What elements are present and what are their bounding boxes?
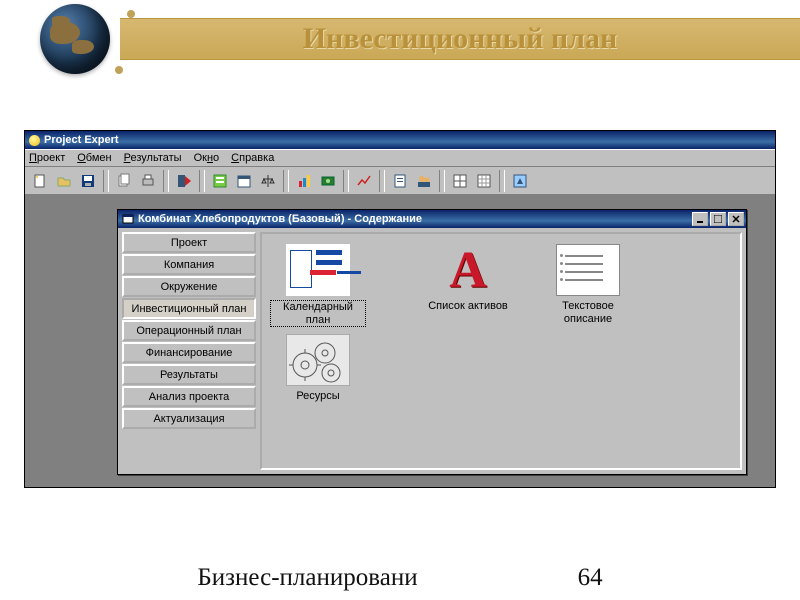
- sidebar-button[interactable]: Финансирование: [122, 342, 256, 363]
- toolbar-separator: [283, 170, 289, 192]
- slide-footer: Бизнес-планировани 64: [0, 564, 800, 592]
- decorative-dot: [127, 10, 135, 18]
- app-titlebar: Project Expert: [25, 131, 775, 149]
- app-window: Project Expert Проект Обмен Результаты О…: [24, 130, 776, 488]
- minimize-button[interactable]: [692, 212, 708, 226]
- item-label: Ресурсы: [296, 390, 339, 403]
- menubar[interactable]: Проект Обмен Результаты Окно Справка: [25, 149, 775, 167]
- child-window-title: Комбинат Хлебопродуктов (Базовый) - Соде…: [138, 213, 422, 225]
- copy-icon[interactable]: [113, 170, 135, 192]
- report-icon[interactable]: [389, 170, 411, 192]
- globe-icon: [40, 4, 110, 74]
- item-text-description[interactable]: Текстовое описание: [540, 244, 636, 325]
- slide-header: Инвестиционный план: [0, 0, 800, 80]
- chart-bars-icon[interactable]: [293, 170, 315, 192]
- maximize-button[interactable]: [710, 212, 726, 226]
- users-icon[interactable]: [413, 170, 435, 192]
- child-body: ПроектКомпанияОкружениеИнвестиционный пл…: [118, 228, 746, 474]
- tool-last-icon[interactable]: [509, 170, 531, 192]
- gears-icon: [286, 334, 350, 386]
- gantt-chart-icon: [286, 244, 350, 296]
- toolbar-separator: [379, 170, 385, 192]
- sidebar-button[interactable]: Окружение: [122, 276, 256, 297]
- content-area: Календарный план: [260, 232, 742, 470]
- toolbar-separator: [163, 170, 169, 192]
- item-assets-list[interactable]: A Список активов: [420, 244, 516, 313]
- window-icon: [122, 213, 134, 225]
- list-icon: [556, 244, 620, 296]
- grid2-icon[interactable]: [473, 170, 495, 192]
- money-icon[interactable]: [317, 170, 339, 192]
- letter-a-icon: A: [436, 244, 500, 296]
- toolbar-separator: [439, 170, 445, 192]
- item-calendar-plan[interactable]: Календарный план: [270, 244, 366, 327]
- new-icon[interactable]: [29, 170, 51, 192]
- menu-help[interactable]: Справка: [231, 152, 274, 164]
- sidebar-button[interactable]: Актуализация: [122, 408, 256, 429]
- save-icon[interactable]: [77, 170, 99, 192]
- close-button[interactable]: [728, 212, 744, 226]
- toolbar-separator: [199, 170, 205, 192]
- child-titlebar: Комбинат Хлебопродуктов (Базовый) - Соде…: [118, 210, 746, 228]
- menu-window[interactable]: Окно: [194, 152, 220, 164]
- menu-project[interactable]: Проект: [29, 152, 65, 164]
- toolbar-separator: [499, 170, 505, 192]
- form-icon[interactable]: [209, 170, 231, 192]
- lightbulb-icon: [29, 135, 40, 146]
- footer-label: Бизнес-планировани: [197, 564, 417, 592]
- decorative-dot: [115, 66, 123, 74]
- open-icon[interactable]: [53, 170, 75, 192]
- sidebar: ПроектКомпанияОкружениеИнвестиционный пл…: [118, 228, 260, 474]
- grid1-icon[interactable]: [449, 170, 471, 192]
- item-label: Текстовое описание: [540, 300, 636, 325]
- toolbar-separator: [103, 170, 109, 192]
- app-body: Комбинат Хлебопродуктов (Базовый) - Соде…: [25, 195, 775, 487]
- calendar-icon[interactable]: [233, 170, 255, 192]
- sidebar-button[interactable]: Операционный план: [122, 320, 256, 341]
- item-label: Список активов: [428, 300, 508, 313]
- app-title: Project Expert: [44, 134, 119, 146]
- balance-icon[interactable]: [257, 170, 279, 192]
- sidebar-button[interactable]: Проект: [122, 232, 256, 253]
- child-window: Комбинат Хлебопродуктов (Базовый) - Соде…: [117, 209, 747, 475]
- sidebar-button[interactable]: Анализ проекта: [122, 386, 256, 407]
- page-number: 64: [578, 564, 603, 592]
- chart-line-icon[interactable]: [353, 170, 375, 192]
- menu-exchange[interactable]: Обмен: [77, 152, 111, 164]
- toolbar: [25, 167, 775, 195]
- sidebar-button[interactable]: Инвестиционный план: [122, 298, 256, 319]
- item-label: Календарный план: [270, 300, 366, 327]
- print-icon[interactable]: [137, 170, 159, 192]
- sidebar-button[interactable]: Компания: [122, 254, 256, 275]
- exit-icon[interactable]: [173, 170, 195, 192]
- title-band: Инвестиционный план: [120, 18, 800, 60]
- toolbar-separator: [343, 170, 349, 192]
- sidebar-button[interactable]: Результаты: [122, 364, 256, 385]
- item-resources[interactable]: Ресурсы: [270, 334, 366, 403]
- slide-title: Инвестиционный план: [303, 22, 618, 56]
- menu-results[interactable]: Результаты: [124, 152, 182, 164]
